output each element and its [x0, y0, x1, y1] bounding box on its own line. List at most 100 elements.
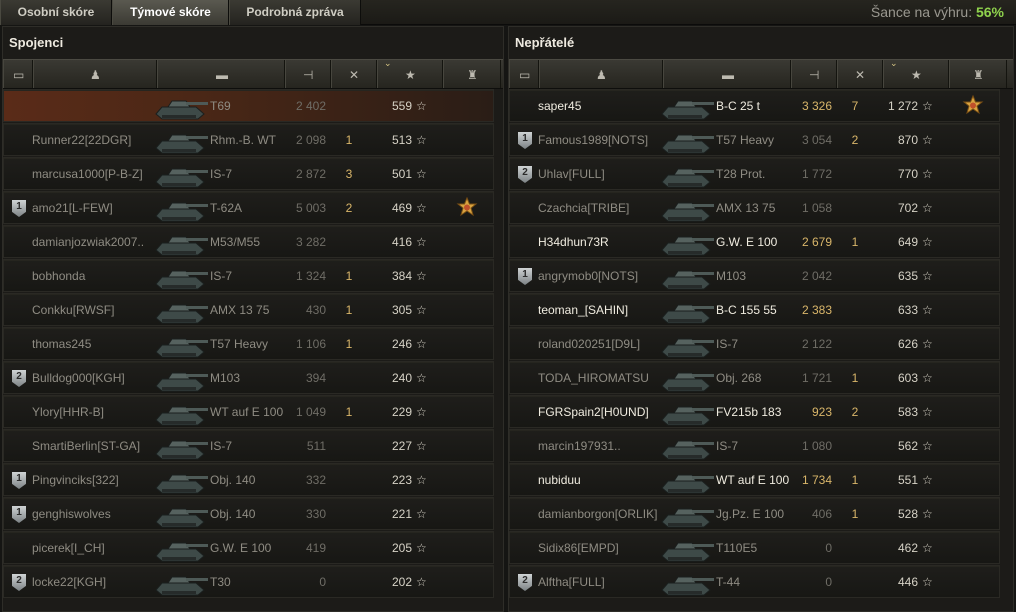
header-column[interactable]: ▭ — [3, 60, 33, 88]
header-column[interactable]: ⊣ — [285, 60, 331, 88]
player-row[interactable]: 1 Pingvinciks[322] Obj. 140 332 223 ☆ — [3, 463, 494, 496]
player-row[interactable]: 1 amo21[L-FEW] T-62A 5 003 2 469 ☆ — [3, 191, 494, 224]
tank-icon — [155, 304, 208, 324]
player-row[interactable]: nubiduu WT auf E 100 1 734 1 551 ☆ — [509, 463, 1000, 496]
header-column[interactable]: ★ ⌄ — [883, 58, 949, 88]
header-column[interactable]: ♟ — [539, 60, 663, 88]
header-column[interactable]: ♜ — [443, 60, 501, 88]
player-row[interactable]: 1 Famous1989[NOTS] T57 Heavy 3 054 2 870 ☆ — [509, 123, 1000, 156]
player-row[interactable]: FGRSpain2[H0UND] FV215b 183 923 2 583 ☆ — [509, 395, 1000, 428]
tab-team-score[interactable]: Týmové skóre — [112, 0, 229, 25]
allies-title: Spojenci — [9, 35, 64, 50]
kills-value — [840, 430, 870, 463]
player-row[interactable]: thomas245 T57 Heavy 1 106 1 246 ☆ — [3, 327, 494, 360]
player-row[interactable]: SmartiBerlin[ST-GA] IS-7 511 227 ☆ — [3, 429, 494, 462]
kills-value — [334, 566, 364, 599]
xp-star-icon: ☆ — [922, 133, 933, 147]
damage-value: 394 — [305, 371, 326, 385]
tank-icon — [155, 576, 208, 596]
kills-value: 2 — [851, 405, 859, 419]
damage-value: 2 042 — [801, 269, 832, 283]
tank-icon — [661, 542, 714, 562]
xp-value: 202 — [391, 575, 412, 589]
damage-value: 2 872 — [295, 167, 326, 181]
xp-value: 205 — [391, 541, 412, 555]
damage-value: 2 383 — [801, 303, 832, 317]
xp-star-icon: ☆ — [922, 439, 933, 453]
header-column[interactable]: ♟ — [33, 60, 157, 88]
player-row[interactable]: Czachcia[TRIBE] AMX 13 75 1 058 702 ☆ — [509, 191, 1000, 224]
class-badge-icon: 2 — [518, 166, 532, 183]
tank-icon — [155, 338, 208, 358]
class-badge-icon: 2 — [12, 574, 26, 591]
player-row[interactable]: 2 Alftha[FULL] T-44 0 446 ☆ — [509, 565, 1000, 598]
tank-icon — [661, 440, 714, 460]
tank-icon — [155, 474, 208, 494]
header-column[interactable]: ▬ — [663, 60, 791, 88]
xp-value: 1 272 — [887, 99, 918, 113]
player-row[interactable]: roland020251[D9L] IS-7 2 122 626 ☆ — [509, 327, 1000, 360]
kills-value: 1 — [851, 507, 859, 521]
player-row[interactable]: 2 Bulldog000[KGH] M103 394 240 ☆ — [3, 361, 494, 394]
player-row[interactable]: Sidix86[EMPD] T110E5 0 462 ☆ — [509, 531, 1000, 564]
medal-icon[interactable] — [456, 197, 478, 219]
player-row[interactable]: saper45 B-C 25 t3 326 7 1 272 ☆ — [509, 89, 1000, 122]
header-column[interactable]: ♜ — [949, 60, 1007, 88]
player-row[interactable]: TODA_HIROMATSU Obj. 268 1 721 1 603 ☆ — [509, 361, 1000, 394]
tank-icon — [661, 406, 714, 426]
header-column[interactable]: ▭ — [509, 60, 539, 88]
header-column[interactable]: ▬ — [157, 60, 285, 88]
sort-descending-icon: ⌄ — [384, 58, 392, 68]
xp-value: 870 — [897, 133, 918, 147]
damage-value: 3 054 — [801, 133, 832, 147]
kills-value — [334, 90, 364, 123]
player-row[interactable]: 1 genghiswolves Obj. 140 330 221 ☆ — [3, 497, 494, 530]
tank-name: Obj. 268 — [716, 371, 762, 385]
tank-name: T-44 — [716, 575, 741, 589]
tank-name: Rhm.-B. WT — [210, 133, 276, 147]
player-row[interactable]: damianjozwiak2007.. M53/M55 3 282 416 ☆ — [3, 225, 494, 258]
kills-value: 1 — [345, 133, 353, 147]
damage-value: 0 — [825, 575, 832, 589]
player-row[interactable]: 1 angrymob0[NOTS] M103 2 042 635 ☆ — [509, 259, 1000, 292]
player-row[interactable]: marcin197931.. IS-7 1 080 562 ☆ — [509, 429, 1000, 462]
damage-value: 406 — [811, 507, 832, 521]
player-row[interactable]: marcusa1000[P-B-Z] IS-7 2 872 3 501 ☆ — [3, 157, 494, 190]
player-row[interactable]: H34dhun73R G.W. E 100 2 679 1 649 ☆ — [509, 225, 1000, 258]
xp-star-icon: ☆ — [416, 99, 427, 113]
xp-star-icon: ☆ — [922, 303, 933, 317]
xp-value: 384 — [391, 269, 412, 283]
xp-star-icon: ☆ — [922, 201, 933, 215]
player-row[interactable]: 2 locke22[KGH] T30 0 202 ☆ — [3, 565, 494, 598]
xp-value: 221 — [391, 507, 412, 521]
tank-name: IS-7 — [210, 167, 233, 181]
damage-value: 419 — [305, 541, 326, 555]
tab-personal-score[interactable]: Osobní skóre — [0, 0, 112, 25]
header-column[interactable]: ⊣ — [791, 60, 837, 88]
player-row[interactable]: damianborgon[ORLIK] Jg.Pz. E 100 406 1 528 ☆ — [509, 497, 1000, 530]
header-column[interactable]: ✕ — [331, 60, 377, 88]
player-row[interactable]: T69 2 402 559 ☆ — [3, 89, 494, 122]
xp-value: 626 — [897, 337, 918, 351]
header-column[interactable]: ✕ — [837, 60, 883, 88]
kills-value — [840, 328, 870, 361]
kills-column-icon: ✕ — [349, 68, 360, 82]
medal-icon[interactable] — [962, 95, 984, 117]
header-column[interactable]: ★ ⌄ — [377, 58, 443, 88]
allies-header-row: ▭ ♟ ▬ ⊣ ✕ ★ ⌄ ♜ — [3, 58, 503, 89]
tank-name: Jg.Pz. E 100 — [716, 507, 785, 521]
kills-value — [334, 498, 364, 531]
class-badge-icon: 2 — [518, 574, 532, 591]
player-row[interactable]: teoman_[SAHIN] B-C 155 55 2 383 633 ☆ — [509, 293, 1000, 326]
xp-value: 227 — [391, 439, 412, 453]
xp-value: 223 — [391, 473, 412, 487]
player-row[interactable]: bobhonda IS-7 1 324 1 384 ☆ — [3, 259, 494, 292]
player-row[interactable]: Ylory[HHR-B] WT auf E 100 1 049 1 229 ☆ — [3, 395, 494, 428]
tank-name: IS-7 — [716, 439, 739, 453]
player-row[interactable]: 2 Uhlav[FULL] T28 Prot. 1 772 770 ☆ — [509, 157, 1000, 190]
damage-value: 1 772 — [801, 167, 832, 181]
player-row[interactable]: Conkku[RWSF] AMX 13 75 430 1 305 ☆ — [3, 293, 494, 326]
player-row[interactable]: picerek[I_CH] G.W. E 100 419 205 ☆ — [3, 531, 494, 564]
tab-detailed-report[interactable]: Podrobná zpráva — [229, 0, 361, 25]
player-row[interactable]: Runner22[22DGR] Rhm.-B. WT 2 098 1 513 ☆ — [3, 123, 494, 156]
